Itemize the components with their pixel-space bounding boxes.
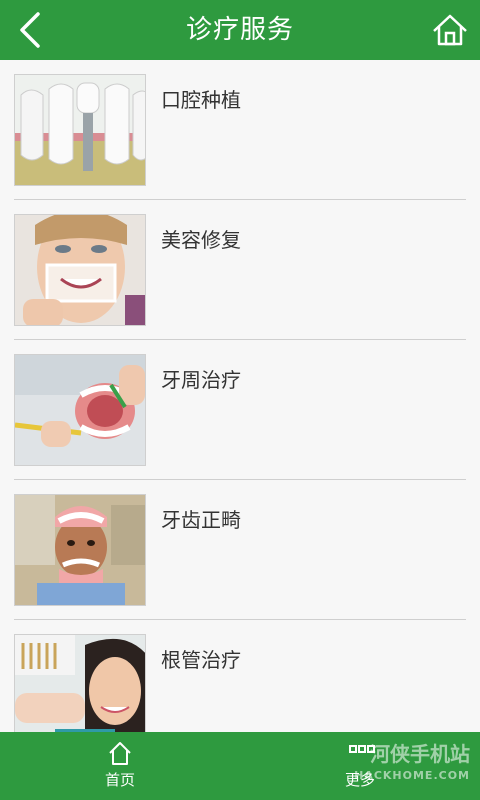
dental-implant-image xyxy=(14,74,146,186)
page-title: 诊疗服务 xyxy=(185,15,294,45)
top-bar: 诊疗服务 xyxy=(0,0,480,60)
list-item[interactable]: 美容修复 xyxy=(0,200,480,340)
list-item[interactable]: 牙齿正畸 xyxy=(0,480,480,620)
brushing-model-image xyxy=(14,354,146,466)
service-label: 牙齿正畸 xyxy=(161,508,241,532)
tab-home-label: 首页 xyxy=(104,771,135,789)
home-icon xyxy=(109,742,131,765)
service-label: 口腔种植 xyxy=(161,88,241,112)
list-item[interactable]: 牙周治疗 xyxy=(0,340,480,480)
list-item[interactable]: 口腔种植 xyxy=(0,60,480,200)
watermark: 河侠手机站 HACKHOME.COM xyxy=(354,738,470,782)
service-list: 口腔种植 美容修复 牙周治疗 牙齿正畸 根管治疗 xyxy=(0,60,480,732)
home-button[interactable] xyxy=(430,10,470,50)
watermark-text: 河侠手机站 xyxy=(370,742,470,766)
bottom-nav: 首页 更多 河侠手机站 HACKHOME.COM xyxy=(0,732,480,800)
service-label: 根管治疗 xyxy=(161,648,241,672)
smile-photo-image xyxy=(14,214,146,326)
child-with-model-image xyxy=(14,494,146,606)
service-label: 牙周治疗 xyxy=(161,368,241,392)
home-icon xyxy=(433,14,467,46)
watermark-sub: HACKHOME.COM xyxy=(354,769,470,782)
tab-home[interactable]: 首页 xyxy=(70,732,170,800)
list-item[interactable]: 根管治疗 xyxy=(0,620,480,732)
service-label: 美容修复 xyxy=(161,228,241,252)
woman-dentist-image xyxy=(14,634,146,732)
